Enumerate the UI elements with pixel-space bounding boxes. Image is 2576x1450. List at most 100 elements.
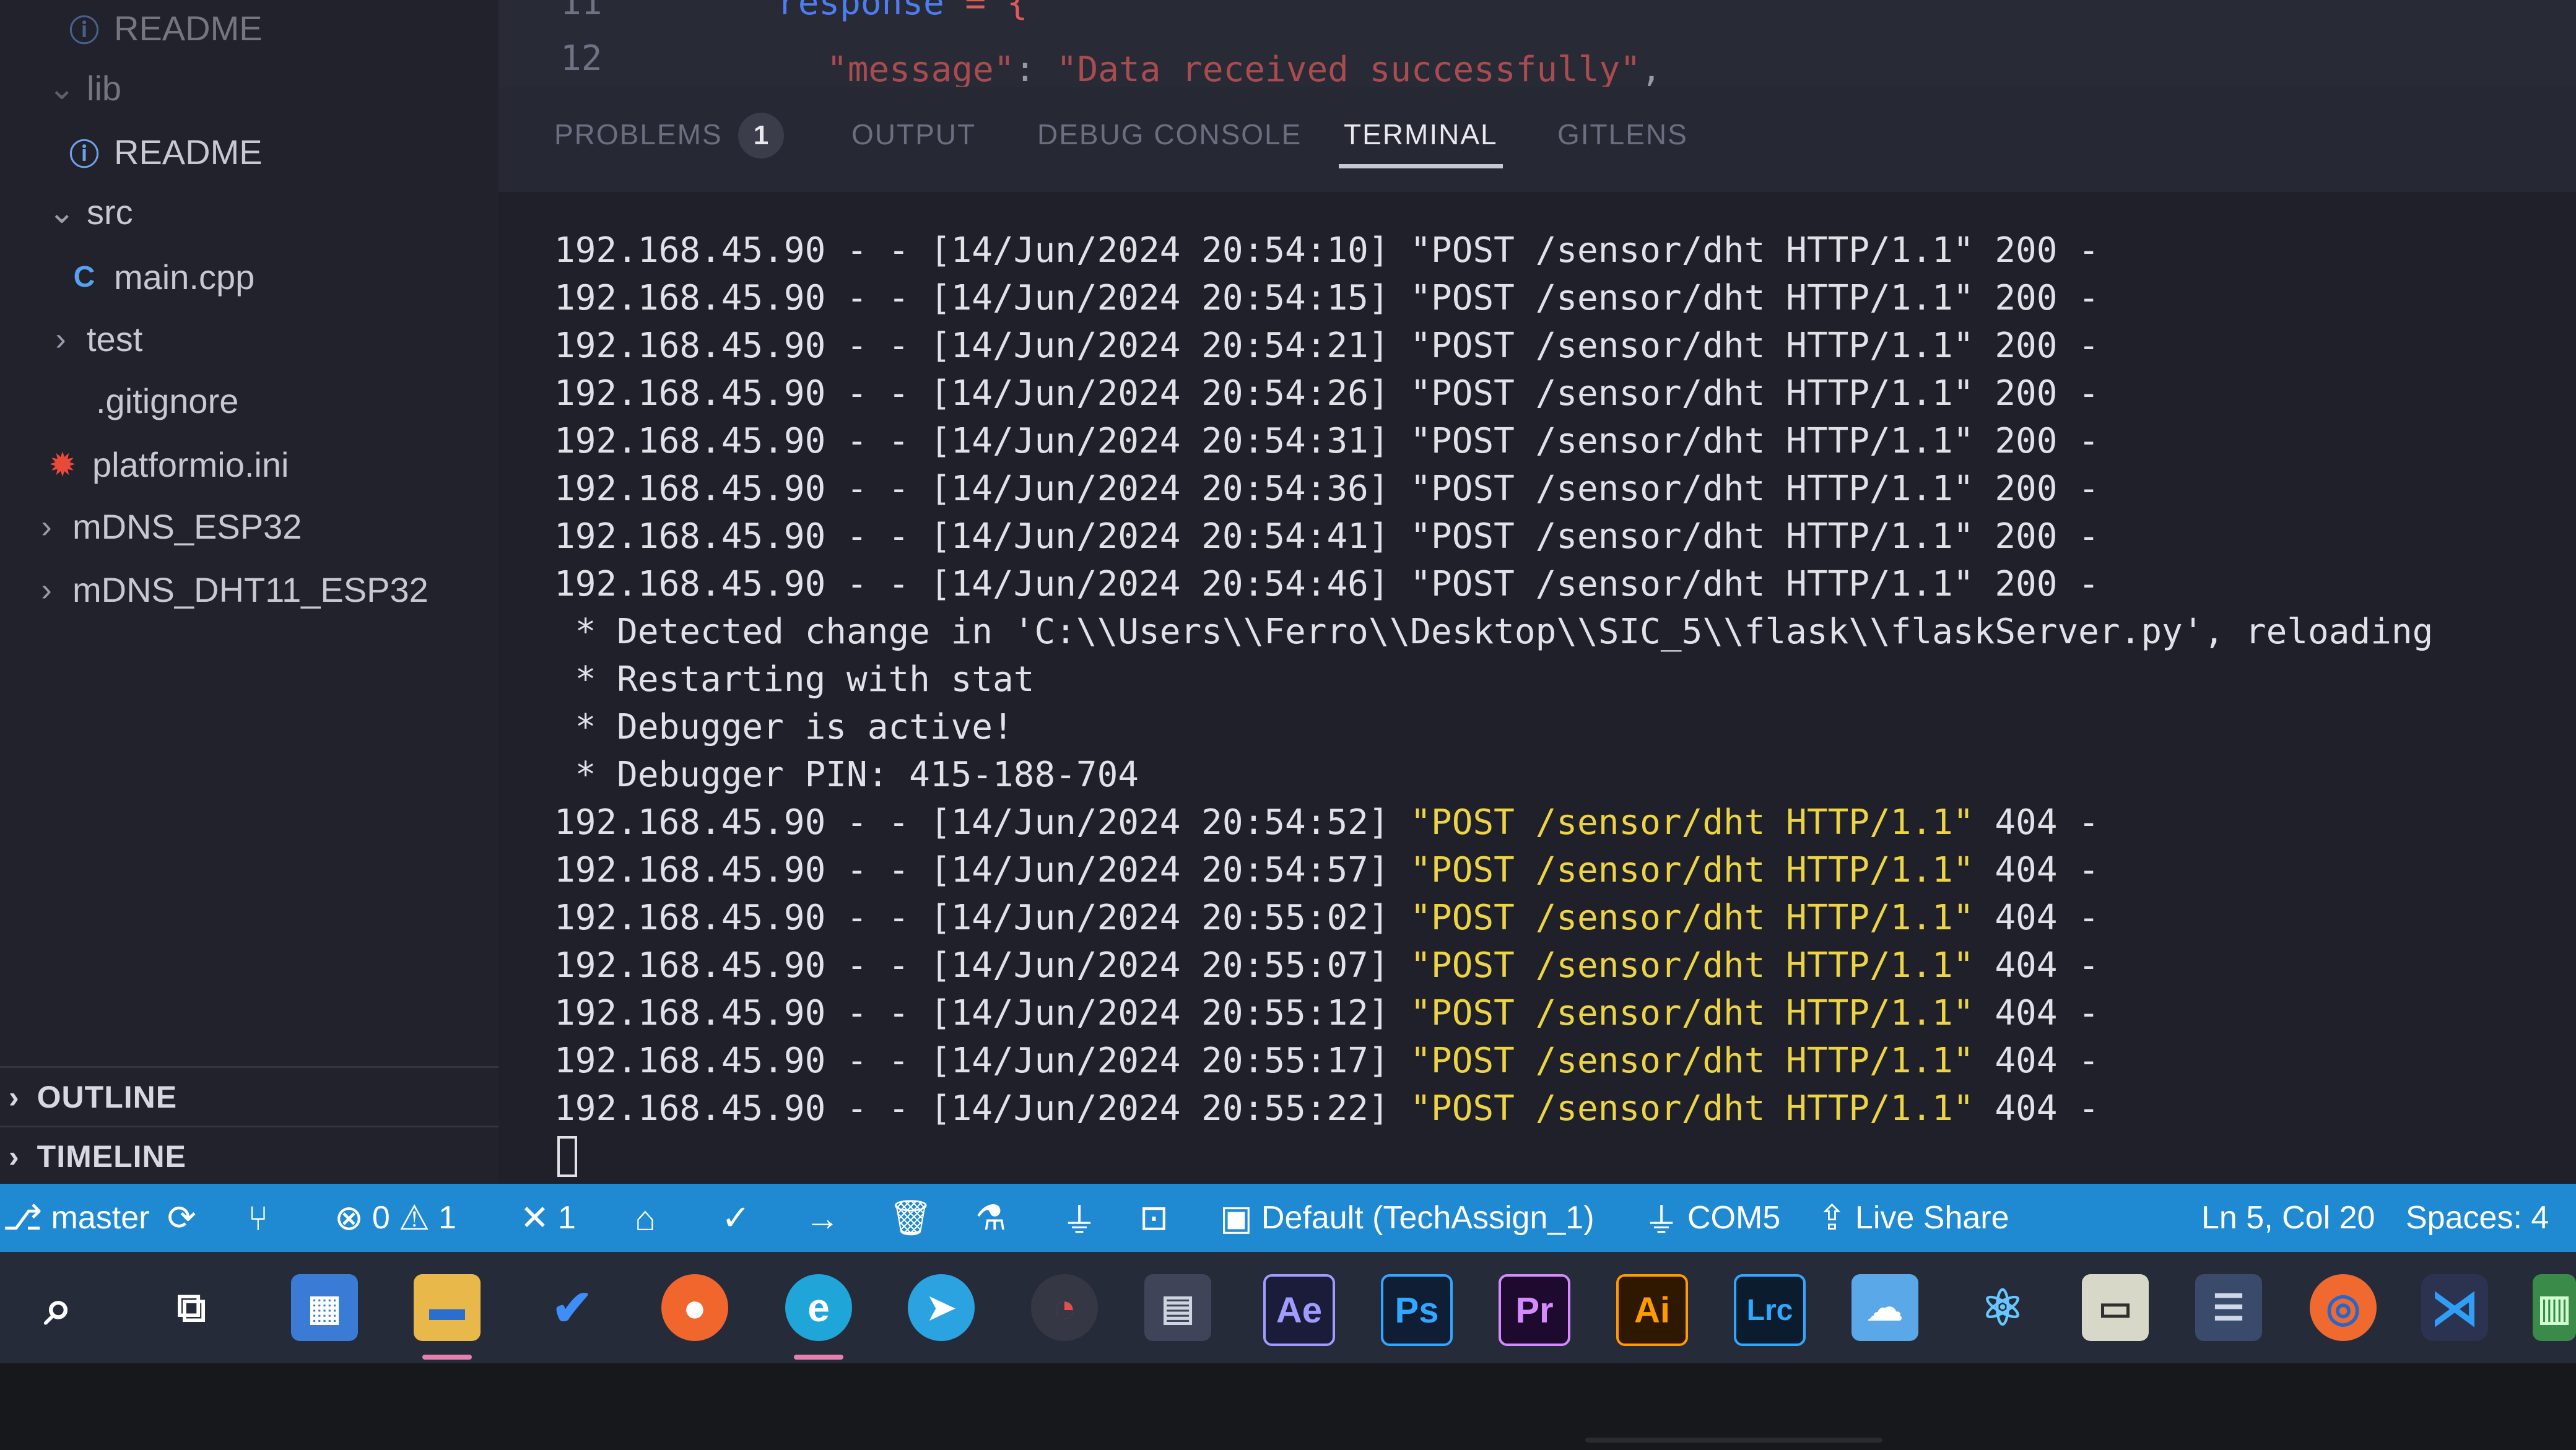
terminal-app-icon[interactable]: ▭ bbox=[2082, 1274, 2149, 1341]
tab-debug-console[interactable]: DEBUG CONSOLE bbox=[1037, 118, 1302, 151]
bezel-logo bbox=[1585, 1438, 1882, 1443]
indentation-selector[interactable]: Spaces: 4 bbox=[2406, 1184, 2549, 1252]
terminal-line-text: 192.168.45.90 - - [14/Jun/2024 20:54:26] bbox=[554, 373, 1411, 414]
project-env-selector[interactable]: ▣ Default (TechAssign_1) bbox=[1220, 1184, 1595, 1252]
code-editor[interactable]: 11 response = { 12 "message": "Data rece… bbox=[498, 0, 2576, 90]
terminal-line-text: * Debugger is active! bbox=[554, 707, 1014, 747]
terminal-line-text: 192.168.45.90 - - [14/Jun/2024 20:54:31] bbox=[554, 421, 1411, 461]
pio-upload-button[interactable]: → bbox=[805, 1184, 840, 1252]
tree-item-mdns-esp32[interactable]: › mDNS_ESP32 bbox=[34, 506, 302, 547]
terminal-line: * Debugger PIN: 415-188-704 bbox=[554, 753, 1139, 797]
tree-item-lib[interactable]: ⌄ lib bbox=[48, 68, 121, 108]
problems-count-badge: 1 bbox=[738, 113, 784, 158]
line-number: 11 bbox=[560, 0, 603, 23]
status-bar: ⎇ master ⟳ ⑂ ⊗ 0 ⚠ 1 ✕ 1 ⌂ ✓ → 🗑 ⚗ ⏚ ⊡ ▣… bbox=[0, 1184, 2576, 1252]
ports-indicator[interactable]: ✕ 1 bbox=[520, 1184, 576, 1252]
tree-item-label: .gitignore bbox=[96, 381, 239, 420]
plug-icon: ⏚ bbox=[1062, 1200, 1097, 1240]
chart-app-icon[interactable]: ▥ bbox=[2533, 1274, 2576, 1341]
tree-item-gitignore[interactable]: .gitignore bbox=[96, 381, 238, 421]
terminal-line-text: 192.168.45.90 - - [14/Jun/2024 20:54:36] bbox=[554, 469, 1411, 509]
terminal-request: "POST /sensor/dht HTTP/1.1" bbox=[1410, 516, 1974, 557]
terminal-status: 404 - bbox=[1973, 898, 2099, 938]
sync-button[interactable]: ⟳ bbox=[167, 1184, 196, 1252]
terminal-output[interactable]: 192.168.45.90 - - [14/Jun/2024 20:54:10]… bbox=[498, 192, 2576, 1184]
terminal-status: 200 - bbox=[1973, 421, 2099, 461]
atom-icon[interactable]: ⚛ bbox=[1969, 1274, 2036, 1341]
terminal-request: "POST /sensor/dht HTTP/1.1" bbox=[1410, 278, 1974, 318]
telegram-icon[interactable]: ➤ bbox=[908, 1274, 975, 1341]
git-branch-icon: ⎇ bbox=[2, 1198, 43, 1237]
terminal-request: "POST /sensor/dht HTTP/1.1" bbox=[1410, 421, 1974, 461]
terminal-request: "POST /sensor/dht HTTP/1.1" bbox=[1410, 564, 1974, 604]
davinci-icon[interactable]: ◔ bbox=[1031, 1274, 1098, 1341]
search-icon[interactable]: ⌕ bbox=[25, 1274, 92, 1341]
monitor-app-icon[interactable]: ☰ bbox=[2195, 1274, 2262, 1341]
terminal-request: "POST /sensor/dht HTTP/1.1" bbox=[1410, 993, 1974, 1033]
tab-gitlens[interactable]: GITLENS bbox=[1557, 118, 1688, 151]
creative-cloud-icon[interactable]: ☁ bbox=[1852, 1274, 1918, 1341]
photoshop-icon[interactable]: Ps bbox=[1381, 1274, 1453, 1346]
tab-output[interactable]: OUTPUT bbox=[851, 118, 976, 151]
terminal-line-text: * Detected change in 'C:\\Users\\Ferro\\… bbox=[554, 612, 2434, 652]
monitor-bezel bbox=[0, 1363, 2576, 1450]
illustrator-icon[interactable]: Ai bbox=[1616, 1274, 1688, 1346]
pio-home-button[interactable]: ⌂ bbox=[635, 1184, 656, 1252]
tree-item-readme[interactable]: ⓘ README bbox=[68, 130, 263, 173]
tree-item-test[interactable]: › test bbox=[48, 319, 142, 359]
tree-item-readme-top[interactable]: ⓘ README bbox=[68, 6, 263, 50]
terminal-line: 192.168.45.90 - - [14/Jun/2024 20:54:46]… bbox=[554, 563, 2099, 606]
file-explorer-icon[interactable]: ▬ bbox=[414, 1274, 481, 1360]
tree-item-src[interactable]: ⌄ src bbox=[48, 192, 133, 232]
pio-terminal-button[interactable]: ⊡ bbox=[1139, 1184, 1168, 1252]
timeline-section[interactable]: › TIMELINE bbox=[0, 1126, 498, 1185]
platformio-icon: ✹ bbox=[50, 448, 76, 482]
office-icon[interactable]: ▤ bbox=[1144, 1274, 1211, 1341]
terminal-line-text: 192.168.45.90 - - [14/Jun/2024 20:55:12] bbox=[554, 993, 1411, 1033]
ports-count: 1 bbox=[557, 1200, 576, 1236]
terminal-status: 404 - bbox=[1973, 1041, 2099, 1081]
error-icon: ⊗ bbox=[334, 1198, 363, 1237]
tab-terminal[interactable]: TERMINAL bbox=[1339, 118, 1503, 168]
terminal-status: 200 - bbox=[1973, 326, 2099, 366]
chevron-down-icon: ⌄ bbox=[48, 70, 76, 106]
vscode-icon[interactable]: ⋊ bbox=[2421, 1274, 2488, 1341]
serial-port-selector[interactable]: ⏚ COM5 bbox=[1644, 1184, 1780, 1252]
code-string-key: "message" bbox=[827, 50, 1015, 90]
pio-build-button[interactable]: ✓ bbox=[721, 1184, 751, 1252]
microsoft-store-icon[interactable]: ▦ bbox=[291, 1274, 358, 1341]
terminal-line: * Detected change in 'C:\\Users\\Ferro\\… bbox=[554, 610, 2434, 654]
problems-indicator[interactable]: ⊗ 0 ⚠ 1 bbox=[334, 1184, 456, 1252]
code-variable: response bbox=[777, 0, 944, 23]
terminal-line: 192.168.45.90 - - [14/Jun/2024 20:55:07]… bbox=[554, 944, 2099, 988]
tree-item-label: src bbox=[87, 193, 133, 232]
tab-problems[interactable]: PROBLEMS bbox=[554, 118, 723, 151]
warning-count: 1 bbox=[438, 1200, 456, 1236]
tree-item-mdns-dht11-esp32[interactable]: › mDNS_DHT11_ESP32 bbox=[34, 570, 428, 610]
todo-icon[interactable]: ✔ bbox=[539, 1274, 606, 1341]
terminal-status: 200 - bbox=[1973, 230, 2099, 271]
premiere-icon[interactable]: Pr bbox=[1499, 1274, 1570, 1346]
pio-monitor-button[interactable]: ⏚ bbox=[1062, 1184, 1097, 1252]
pio-test-button[interactable]: ⚗ bbox=[975, 1184, 1006, 1252]
live-share-button[interactable]: ⇪ Live Share bbox=[1817, 1184, 2009, 1252]
git-graph-button[interactable]: ⑂ bbox=[248, 1184, 269, 1252]
terminal-line: 192.168.45.90 - - [14/Jun/2024 20:55:17]… bbox=[554, 1040, 2099, 1083]
edge-icon[interactable]: e bbox=[785, 1274, 852, 1360]
pio-clean-button[interactable]: 🗑 bbox=[889, 1184, 933, 1252]
tree-item-main-cpp[interactable]: C main.cpp bbox=[68, 257, 255, 297]
branch-indicator[interactable]: ⎇ master bbox=[2, 1184, 149, 1252]
terminal-request: "POST /sensor/dht HTTP/1.1" bbox=[1410, 326, 1974, 366]
terminal-line: 192.168.45.90 - - [14/Jun/2024 20:54:57]… bbox=[554, 849, 2099, 892]
tree-item-label: platformio.ini bbox=[92, 445, 289, 484]
lightroom-classic-icon[interactable]: Lrc bbox=[1734, 1274, 1806, 1346]
tree-item-platformio-ini[interactable]: ✹ platformio.ini bbox=[46, 445, 289, 485]
firefox-icon[interactable]: ● bbox=[661, 1274, 728, 1341]
flask-icon: ⚗ bbox=[975, 1198, 1007, 1237]
origin-icon[interactable]: ◎ bbox=[2310, 1274, 2377, 1341]
task-view-icon[interactable]: ⧉ bbox=[158, 1274, 225, 1341]
terminal-line-text: 192.168.45.90 - - [14/Jun/2024 20:54:21] bbox=[554, 326, 1411, 366]
outline-section[interactable]: › OUTLINE bbox=[0, 1066, 498, 1126]
cursor-position[interactable]: Ln 5, Col 20 bbox=[2201, 1184, 2375, 1252]
after-effects-icon[interactable]: Ae bbox=[1263, 1274, 1335, 1346]
